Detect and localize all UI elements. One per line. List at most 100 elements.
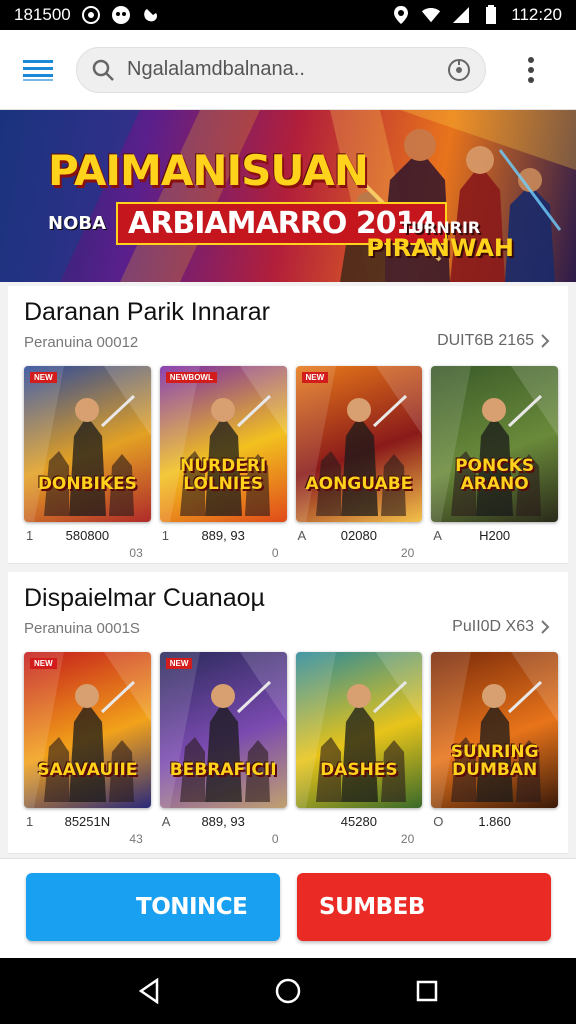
game-meta-row: 1 580800 03 1 889, 93 0 A 02080 20 A H200 bbox=[24, 524, 558, 560]
meta-value: 580800 bbox=[65, 528, 110, 543]
card-title: SUNRING DUMBAN bbox=[450, 742, 539, 781]
meta-value: 45280 bbox=[340, 814, 377, 829]
meta-value: 1.860 bbox=[478, 814, 511, 829]
game-cover-art bbox=[159, 366, 287, 522]
menu-icon bbox=[23, 59, 53, 81]
section-more-link[interactable]: DUIT6B 2165 bbox=[437, 332, 550, 350]
app-bar: Ngalalamdbalnana.. bbox=[0, 30, 576, 110]
section-featured: Daranan Parik Innarar Peranuina 00012 DU… bbox=[8, 286, 568, 564]
game-cover-art bbox=[431, 366, 558, 522]
game-meta: 1 580800 03 bbox=[24, 524, 151, 560]
promo-banner[interactable]: PAIMANISUAN NOBA ARBIAMARRO 2014 TURNRIR… bbox=[0, 110, 576, 282]
card-badge: NEW bbox=[30, 658, 57, 669]
banner-title: PAIMANISUAN bbox=[48, 146, 369, 195]
card-title: BEBRAFICII bbox=[169, 760, 277, 781]
search-box[interactable]: Ngalalamdbalnana.. bbox=[76, 46, 486, 93]
game-cover-art bbox=[295, 366, 423, 522]
section-more-label: PuII0D X63 bbox=[452, 618, 534, 635]
game-card[interactable]: DASHES bbox=[295, 652, 423, 808]
game-meta: 1 889, 93 0 bbox=[160, 524, 287, 560]
status-bar: 181500 112:20 bbox=[0, 0, 576, 30]
signal-icon bbox=[451, 5, 471, 25]
game-meta: O 1.860 bbox=[431, 810, 558, 844]
game-card[interactable]: PONCKS ARANO bbox=[431, 366, 558, 522]
section-title: Daranan Parik Innarar bbox=[24, 298, 270, 326]
danger-action-button[interactable]: SUMBEB bbox=[297, 873, 551, 941]
card-badge: NEW bbox=[165, 658, 193, 669]
chevron-right-icon bbox=[541, 334, 550, 348]
game-cover-art bbox=[159, 652, 287, 808]
meta-sub: 03 bbox=[129, 546, 143, 560]
section-more-link[interactable]: PuII0D X63 bbox=[452, 618, 550, 636]
more-vert-icon bbox=[528, 56, 534, 83]
game-card[interactable]: NEW DONBIKES bbox=[24, 366, 151, 522]
game-card[interactable]: NEW SAAVAUIIE bbox=[24, 652, 151, 808]
action-bar: TONINCE SUMBEB bbox=[0, 858, 576, 958]
banner-subtitle-prefix: NOBA bbox=[48, 213, 107, 234]
back-icon bbox=[139, 978, 159, 1004]
card-badge: NEWBOWL bbox=[165, 372, 217, 383]
chevron-right-icon bbox=[541, 620, 550, 634]
meta-value: 889, 93 bbox=[201, 814, 245, 829]
status-right: 112:20 bbox=[391, 5, 562, 25]
meta-sub: 20 bbox=[400, 832, 415, 846]
game-card[interactable]: NEW AONGUABE bbox=[295, 366, 423, 522]
nav-recents-button[interactable] bbox=[407, 971, 447, 1011]
game-card[interactable]: SUNRING DUMBAN bbox=[431, 652, 558, 808]
card-title: SAAVAUIIE bbox=[37, 760, 138, 781]
section-title: Dispaielmar Cuanaoµ bbox=[24, 584, 265, 612]
nav-back-button[interactable] bbox=[129, 971, 169, 1011]
more-options-button[interactable] bbox=[486, 30, 576, 110]
screen: 181500 112:20 Ngalalamdbalnana.. PAIMANI… bbox=[0, 0, 576, 1024]
banner-game-logo-text: PIRANWAH bbox=[366, 234, 514, 262]
meta-value: H200 bbox=[479, 528, 511, 543]
game-meta: 1 85251N 43 bbox=[24, 810, 151, 846]
app-notification-icon bbox=[111, 5, 131, 25]
meta-value: 85251N bbox=[64, 814, 111, 829]
nav-home-button[interactable] bbox=[268, 971, 308, 1011]
meta-sub: 43 bbox=[129, 832, 143, 846]
card-badge: NEW bbox=[301, 372, 329, 383]
game-meta: 45280 20 bbox=[296, 810, 423, 846]
section-popular: Dispaielmar Cuanaoµ Peranuina 0001S PuII… bbox=[8, 572, 568, 854]
game-meta: A H200 bbox=[431, 524, 558, 558]
game-meta-row: 1 85251N 43 A 889, 93 0 45280 20 O 1.860 bbox=[24, 810, 558, 846]
home-icon bbox=[275, 978, 301, 1004]
card-title: PONCKS ARANO bbox=[455, 456, 535, 495]
card-title: AONGUABE bbox=[305, 474, 413, 495]
recents-icon bbox=[416, 980, 437, 1002]
card-badge: NEW bbox=[30, 372, 57, 383]
meta-sub: 0 bbox=[271, 546, 279, 560]
cloud-icon bbox=[141, 5, 161, 25]
section-more-label: DUIT6B 2165 bbox=[437, 332, 534, 349]
status-time: 112:20 bbox=[511, 5, 562, 24]
game-cover-art bbox=[24, 652, 151, 808]
section-subtitle: Peranuina 00012 bbox=[24, 334, 139, 351]
search-icon bbox=[92, 59, 114, 81]
card-title: DONBIKES bbox=[37, 474, 137, 495]
section-subtitle: Peranuina 0001S bbox=[24, 620, 140, 637]
game-meta: A 02080 20 bbox=[296, 524, 423, 560]
filter-icon[interactable] bbox=[447, 58, 471, 82]
meta-value: 889, 93 bbox=[201, 528, 245, 543]
card-title: NURDERI LOLNIES bbox=[179, 456, 267, 495]
game-card[interactable]: NEWBOWL NURDERI LOLNIES bbox=[159, 366, 287, 522]
primary-action-button[interactable]: TONINCE bbox=[26, 873, 280, 941]
status-left: 181500 bbox=[14, 5, 161, 25]
game-cover-art bbox=[295, 652, 423, 808]
notification-icon bbox=[81, 5, 101, 25]
banner-game-logo: TURNRIR PIRANWAH bbox=[366, 220, 514, 262]
meta-sub: 0 bbox=[271, 832, 279, 846]
wifi-icon bbox=[421, 5, 441, 25]
status-left-text: 181500 bbox=[14, 5, 71, 24]
game-meta: A 889, 93 0 bbox=[160, 810, 287, 846]
menu-button[interactable] bbox=[0, 30, 76, 110]
location-icon bbox=[391, 5, 411, 25]
battery-icon bbox=[481, 5, 501, 25]
card-title: DASHES bbox=[320, 760, 398, 781]
search-input[interactable]: Ngalalamdbalnana.. bbox=[127, 58, 447, 81]
game-card-row: NEW SAAVAUIIE NEW BEBRAFICII DASHES SUNRING D… bbox=[24, 652, 558, 808]
game-card-row: NEW DONBIKES NEWBOWL NURDERI LOLNIES NEW AONG… bbox=[24, 366, 558, 522]
meta-value: 02080 bbox=[340, 528, 377, 543]
game-card[interactable]: NEW BEBRAFICII bbox=[159, 652, 287, 808]
